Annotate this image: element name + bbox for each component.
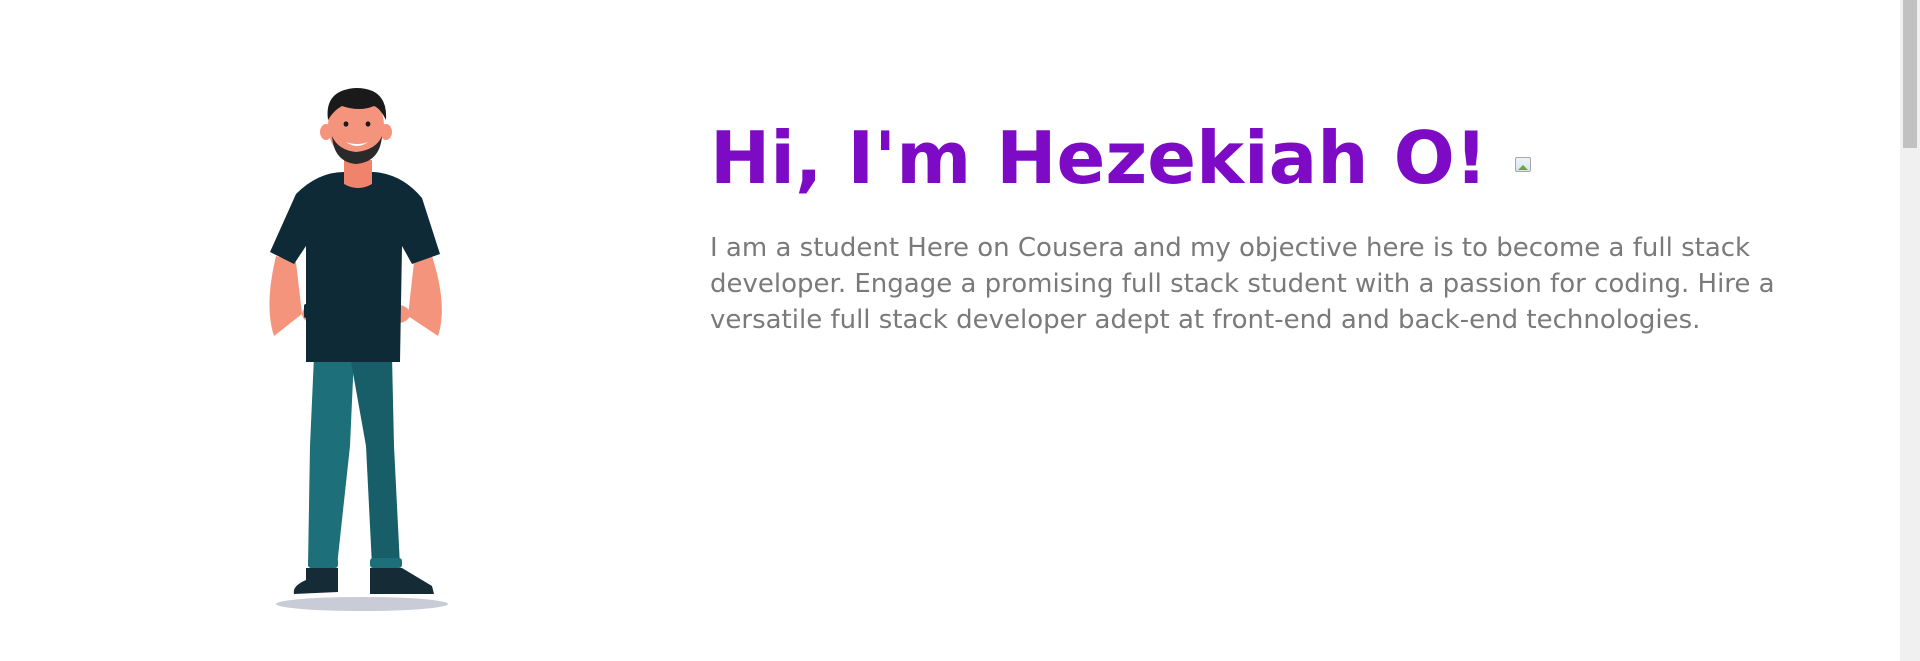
greeting-text: Hi, I'm Hezekiah O! [710, 116, 1488, 200]
profile-illustration [262, 86, 462, 616]
bio-paragraph: I am a student Here on Cousera and my ob… [710, 233, 1775, 335]
hero-text: Hi, I'm Hezekiah O! I am a student Here … [710, 110, 1870, 338]
greeting-heading: Hi, I'm Hezekiah O! [710, 110, 1870, 206]
broken-image-icon [1514, 155, 1534, 175]
standing-man-illustration [269, 88, 448, 611]
scrollbar-thumb[interactable] [1903, 0, 1917, 148]
vertical-scrollbar[interactable] [1900, 0, 1920, 661]
page: Hi, I'm Hezekiah O! I am a student Here … [0, 0, 1920, 661]
